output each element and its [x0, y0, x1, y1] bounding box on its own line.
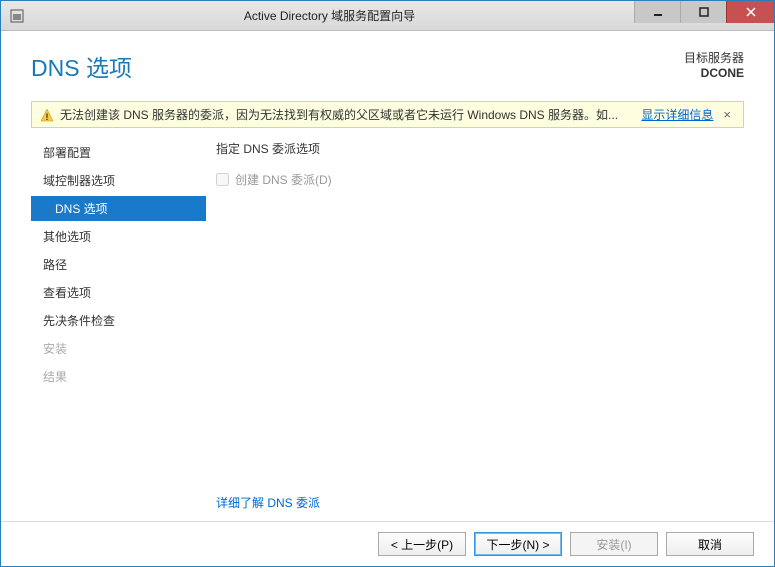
wizard-window: Active Directory 域服务配置向导 DNS 选项 目标服务器 DC… — [0, 0, 775, 567]
footer: < 上一步(P) 下一步(N) > 安装(I) 取消 — [1, 521, 774, 566]
cancel-button[interactable]: 取消 — [666, 532, 754, 556]
header-row: DNS 选项 目标服务器 DCONE — [1, 31, 774, 93]
sidebar-item-review-options[interactable]: 查看选项 — [31, 280, 206, 305]
body-row: 部署配置 域控制器选项 DNS 选项 其他选项 路径 查看选项 先决条件检查 安… — [1, 136, 774, 521]
previous-button[interactable]: < 上一步(P) — [378, 532, 466, 556]
main-pane: 指定 DNS 委派选项 创建 DNS 委派(D) 详细了解 DNS 委派 — [206, 136, 744, 521]
app-icon — [9, 8, 25, 24]
window-controls — [634, 1, 774, 30]
svg-text:!: ! — [46, 112, 49, 122]
minimize-button[interactable] — [634, 1, 680, 23]
close-button[interactable] — [726, 1, 774, 23]
content-area: DNS 选项 目标服务器 DCONE ! 无法创建该 DNS 服务器的委派，因为… — [1, 31, 774, 566]
sidebar-item-dc-options[interactable]: 域控制器选项 — [31, 168, 206, 193]
sidebar: 部署配置 域控制器选项 DNS 选项 其他选项 路径 查看选项 先决条件检查 安… — [31, 136, 206, 521]
page-title: DNS 选项 — [31, 49, 684, 83]
warning-banner: ! 无法创建该 DNS 服务器的委派，因为无法找到有权威的父区域或者它未运行 W… — [31, 101, 744, 128]
warning-icon: ! — [40, 108, 54, 122]
dns-delegation-checkbox — [216, 173, 229, 186]
titlebar: Active Directory 域服务配置向导 — [1, 1, 774, 31]
sidebar-item-installation: 安装 — [31, 336, 206, 361]
window-title: Active Directory 域服务配置向导 — [25, 7, 634, 24]
dns-delegation-checkbox-row: 创建 DNS 委派(D) — [216, 171, 744, 188]
sidebar-item-results: 结果 — [31, 364, 206, 389]
next-button[interactable]: 下一步(N) > — [474, 532, 562, 556]
more-info-link[interactable]: 详细了解 DNS 委派 — [216, 496, 320, 510]
warning-text: 无法创建该 DNS 服务器的委派，因为无法找到有权威的父区域或者它未运行 Win… — [60, 106, 631, 123]
sidebar-item-deployment-config[interactable]: 部署配置 — [31, 140, 206, 165]
maximize-button[interactable] — [680, 1, 726, 23]
warning-close-icon[interactable]: × — [719, 107, 735, 122]
more-info-row: 详细了解 DNS 委派 — [216, 494, 744, 511]
target-server-label: 目标服务器 — [684, 49, 744, 66]
sidebar-item-additional-options[interactable]: 其他选项 — [31, 224, 206, 249]
sidebar-item-prerequisites[interactable]: 先决条件检查 — [31, 308, 206, 333]
warning-details-link[interactable]: 显示详细信息 — [641, 106, 713, 123]
install-button: 安装(I) — [570, 532, 658, 556]
section-label: 指定 DNS 委派选项 — [216, 140, 744, 157]
dns-delegation-label: 创建 DNS 委派(D) — [235, 171, 332, 188]
target-server-box: 目标服务器 DCONE — [684, 49, 744, 80]
sidebar-item-dns-options[interactable]: DNS 选项 — [31, 196, 206, 221]
sidebar-item-paths[interactable]: 路径 — [31, 252, 206, 277]
target-server-name: DCONE — [684, 66, 744, 80]
